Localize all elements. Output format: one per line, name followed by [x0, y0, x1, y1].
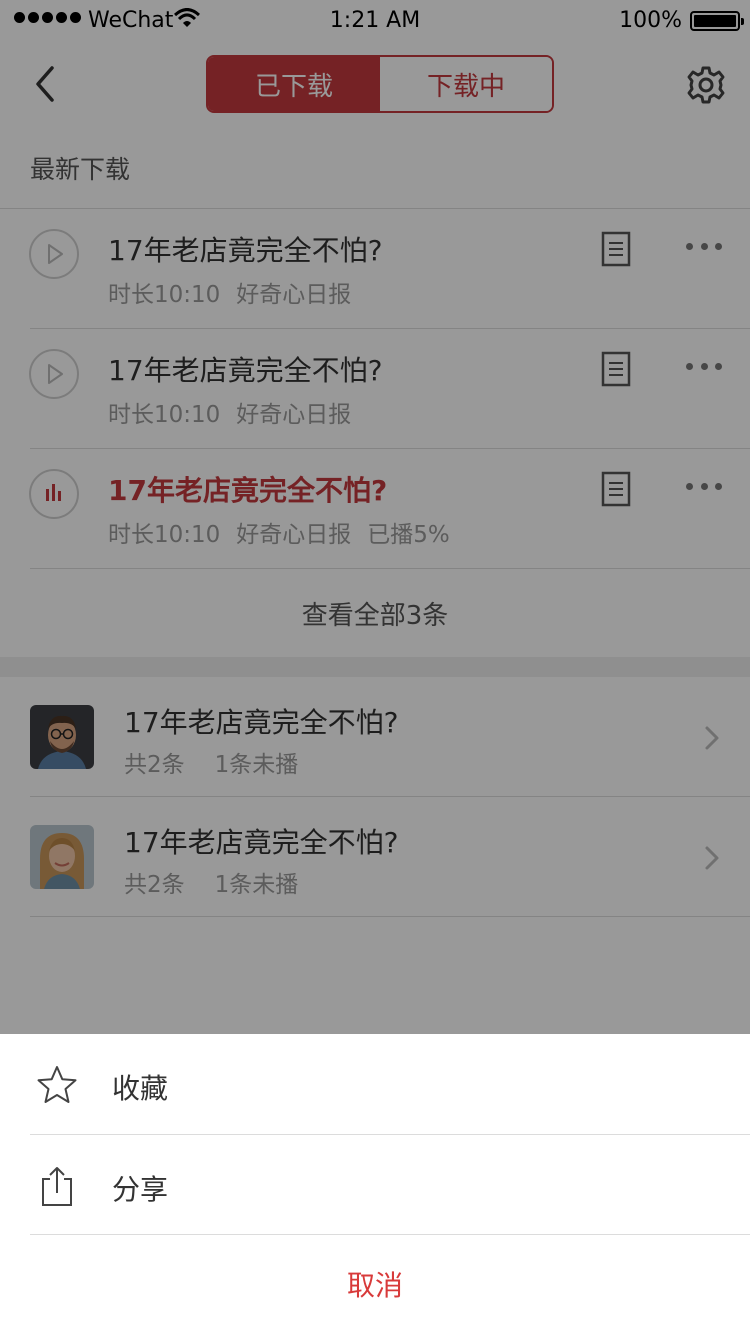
share-icon	[42, 1167, 72, 1206]
cancel-button[interactable]: 取消	[0, 1234, 750, 1334]
favorite-action[interactable]: 收藏	[0, 1034, 750, 1134]
star-icon	[37, 1066, 77, 1103]
action-sheet: 收藏 分享 取消	[0, 1034, 750, 1334]
share-action[interactable]: 分享	[0, 1135, 750, 1235]
share-label: 分享	[112, 1173, 169, 1206]
favorite-label: 收藏	[112, 1072, 169, 1105]
